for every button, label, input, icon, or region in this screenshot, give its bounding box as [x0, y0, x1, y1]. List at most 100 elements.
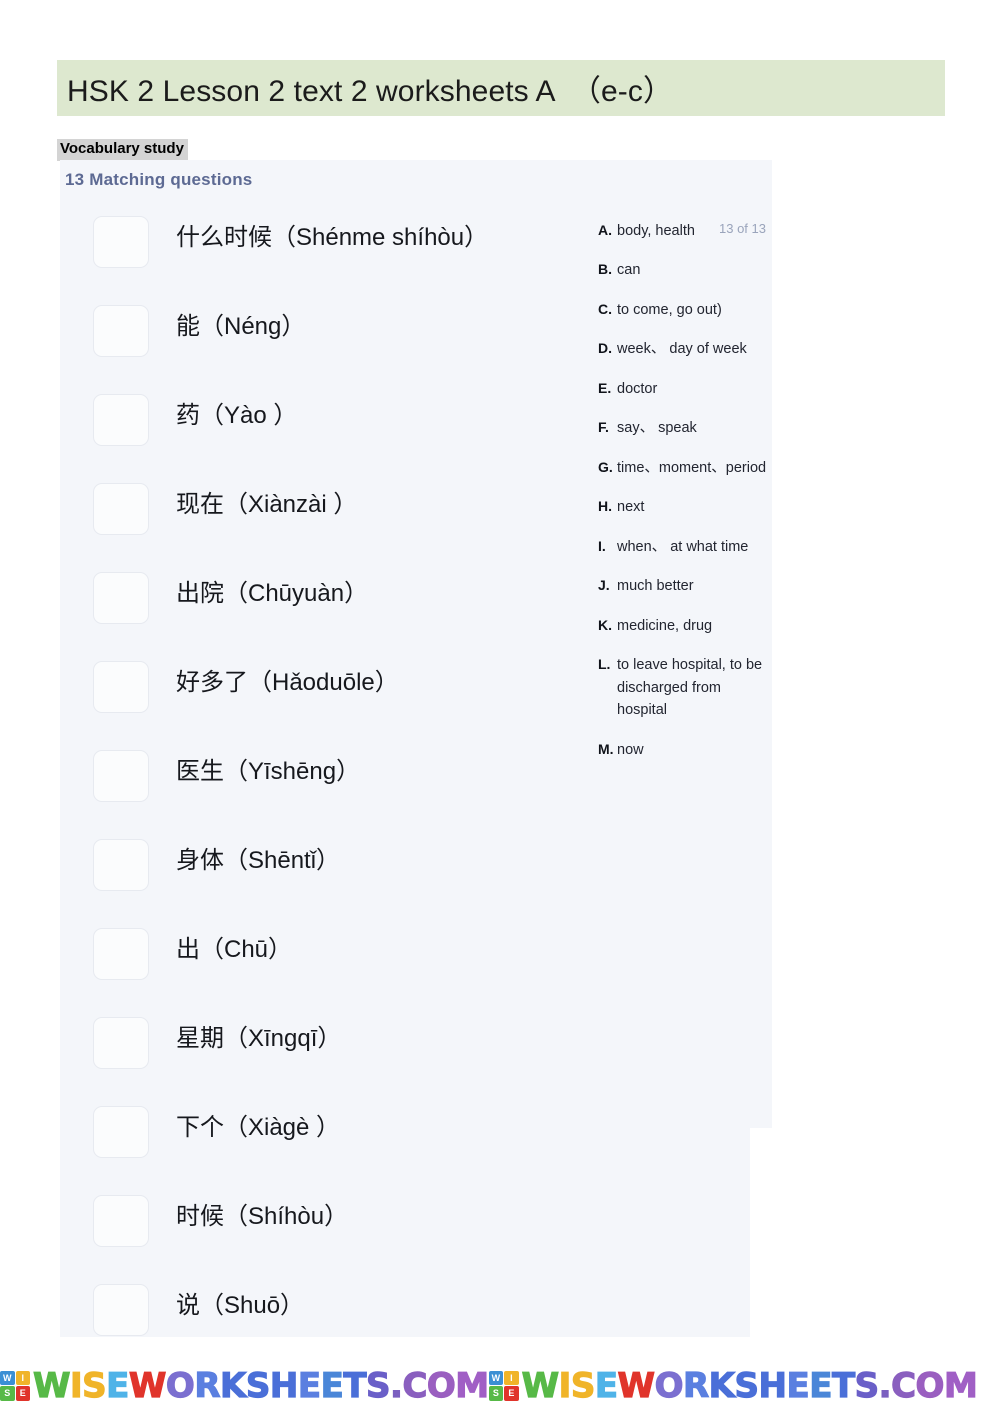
- matching-option-row[interactable]: G. time、moment、period: [598, 457, 776, 479]
- matching-item-label: 好多了（Hǎoduōle）: [176, 669, 399, 696]
- watermark-letter: T: [831, 1365, 855, 1406]
- option-text: week、 day of week: [617, 341, 747, 358]
- watermark-letter: M: [943, 1365, 978, 1406]
- option-text: to leave hospital, to be discharged from…: [617, 657, 763, 719]
- option-letter: E.: [598, 379, 612, 396]
- watermark-text: WISEWORKSHEETS.COM: [521, 1365, 978, 1406]
- option-letter: A.: [598, 222, 612, 238]
- answer-drop-box[interactable]: [93, 1017, 149, 1069]
- answer-drop-box[interactable]: [93, 750, 149, 802]
- watermark-letter: O: [915, 1365, 945, 1406]
- watermark-letter: C: [890, 1365, 916, 1406]
- matching-item-row: 下个（Xiàgè ）: [60, 1102, 580, 1191]
- wiseworksheets-watermark: W I S E WISEWORKSHEETS.COM: [488, 1365, 978, 1406]
- matching-item-label: 出（Chū）: [176, 936, 293, 963]
- option-letter: B.: [598, 261, 612, 278]
- watermark-letter: .: [389, 1365, 403, 1406]
- logo-tile-s: S: [0, 1386, 15, 1401]
- wiseworksheets-watermark: W I S E WISEWORKSHEETS.COM: [0, 1365, 490, 1406]
- matching-option-row[interactable]: D. week、 day of week: [598, 338, 776, 360]
- watermark-letter: T: [343, 1365, 367, 1406]
- watermark-letter: H: [758, 1365, 788, 1406]
- logo-tile-e: E: [15, 1386, 30, 1401]
- watermark-letter: E: [320, 1365, 344, 1406]
- section-label-wrapper: Vocabulary study: [57, 139, 188, 161]
- option-text: much better: [617, 578, 694, 595]
- option-text: time、moment、period: [617, 459, 767, 476]
- watermark-letter: S: [854, 1365, 880, 1406]
- answer-drop-box[interactable]: [93, 839, 149, 891]
- matching-item-row: 能（Néng）: [60, 301, 580, 390]
- answer-drop-box[interactable]: [93, 394, 149, 446]
- matching-item-label: 时候（Shíhòu）: [176, 1203, 349, 1230]
- answer-drop-box[interactable]: [93, 1106, 149, 1158]
- option-letter: J.: [598, 577, 610, 594]
- watermark-letter: E: [786, 1365, 810, 1406]
- watermark-letter: E: [809, 1365, 833, 1406]
- matching-option-row[interactable]: E. doctor: [598, 378, 776, 400]
- watermark-letter: O: [426, 1365, 456, 1406]
- watermark-letter: O: [165, 1365, 195, 1406]
- matching-item-row: 好多了（Hǎoduōle）: [60, 657, 580, 746]
- matching-option-row[interactable]: K. medicine, drug: [598, 615, 776, 637]
- matching-item-row: 时候（Shíhòu）: [60, 1191, 580, 1280]
- matching-option-row[interactable]: L. to leave hospital, to be discharged fr…: [598, 654, 776, 721]
- logo-tile-w: W: [0, 1370, 15, 1385]
- watermark-letter: .: [878, 1365, 892, 1406]
- option-text: medicine, drug: [617, 617, 713, 634]
- matching-item-row: 出院（Chūyuàn）: [60, 568, 580, 657]
- question-counter: 13 of 13: [719, 221, 766, 236]
- option-text: next: [617, 499, 645, 516]
- answer-drop-box[interactable]: [93, 483, 149, 535]
- answer-drop-box[interactable]: [93, 305, 149, 357]
- matching-option-row[interactable]: J. much better: [598, 575, 776, 597]
- answer-drop-box[interactable]: [93, 661, 149, 713]
- option-letter: K.: [598, 616, 612, 633]
- matching-item-row: 现在（Xiànzài ）: [60, 479, 580, 568]
- matching-items-list: 什么时候（Shénme shíhòu） 能（Néng） 药（Yào ） 现在（Xiàn…: [60, 212, 580, 1369]
- matching-option-row[interactable]: H. next: [598, 496, 776, 518]
- matching-item-row: 身体（Shēntǐ）: [60, 835, 580, 924]
- answer-drop-box[interactable]: [93, 216, 149, 268]
- option-letter: L.: [598, 656, 611, 673]
- watermark-text: WISEWORKSHEETS.COM: [32, 1365, 489, 1406]
- watermark-letter: E: [297, 1365, 321, 1406]
- logo-tile-w: W: [488, 1370, 504, 1385]
- section-label: Vocabulary study: [57, 139, 188, 161]
- watermark-letter: W: [521, 1365, 560, 1406]
- answer-drop-box[interactable]: [93, 1195, 149, 1247]
- option-text: can: [617, 262, 641, 279]
- logo-tile-s: S: [488, 1386, 504, 1401]
- option-letter: F.: [598, 419, 609, 436]
- option-text: when、 at what time: [617, 538, 749, 555]
- watermark-letter: C: [402, 1365, 428, 1406]
- watermark-letter: I: [69, 1365, 83, 1406]
- watermark-letter: O: [654, 1365, 684, 1406]
- matching-item-label: 能（Néng）: [176, 313, 306, 340]
- wiseworksheets-logo-icon: WISE: [0, 1370, 30, 1401]
- matching-item-label: 星期（Xīngqī）: [176, 1025, 342, 1052]
- matching-item-label: 医生（Yīshēng）: [176, 758, 361, 785]
- matching-item-row: 出（Chū）: [60, 924, 580, 1013]
- matching-item-label: 说（Shuō）: [176, 1292, 305, 1319]
- matching-option-row[interactable]: B. can: [598, 259, 776, 281]
- option-letter: C.: [598, 300, 612, 317]
- answer-drop-box[interactable]: [93, 928, 149, 980]
- answer-drop-box[interactable]: [93, 1284, 149, 1336]
- watermark-letter: S: [365, 1365, 391, 1406]
- watermark-letter: K: [708, 1365, 736, 1406]
- matching-item-row: 说（Shuō）: [60, 1280, 580, 1369]
- watermark-letter: R: [682, 1365, 709, 1406]
- logo-tile-i: I: [504, 1370, 519, 1385]
- answer-drop-box[interactable]: [93, 572, 149, 624]
- matching-item-label: 现在（Xiànzài ）: [176, 491, 358, 518]
- option-text: doctor: [617, 380, 658, 397]
- matching-item-row: 什么时候（Shénme shíhòu）: [60, 212, 580, 301]
- matching-option-row[interactable]: M. now: [598, 739, 776, 761]
- matching-option-row[interactable]: C. to come, go out): [598, 299, 776, 321]
- option-text: say、 speak: [617, 420, 697, 437]
- matching-questions-heading: 13 Matching questions: [65, 170, 253, 189]
- matching-option-row[interactable]: F. say、 speak: [598, 417, 776, 439]
- matching-item-label: 什么时候（Shénme shíhòu）: [176, 224, 489, 251]
- matching-option-row[interactable]: I. when、 at what time: [598, 536, 776, 558]
